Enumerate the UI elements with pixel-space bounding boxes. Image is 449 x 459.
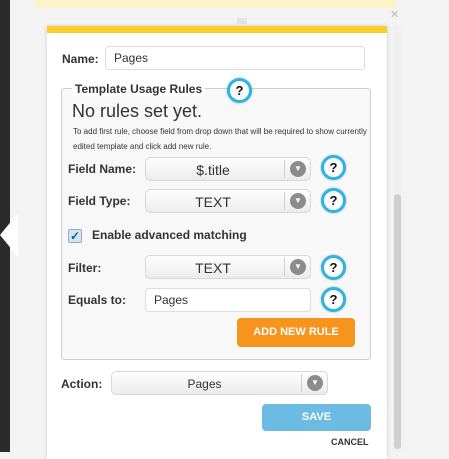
popover-pointer (0, 213, 18, 257)
equals-to-input[interactable] (145, 288, 311, 312)
no-rules-title: No rules set yet. (72, 101, 203, 121)
no-rules-hint: To add first rule, choose field from dro… (73, 127, 367, 151)
section-help-icon[interactable]: ? (227, 78, 252, 103)
advanced-matching-checkbox[interactable]: ✓ (68, 229, 82, 243)
field-name-label: Field Name: (68, 162, 137, 176)
filter-label: Filter: (68, 261, 102, 275)
select-divider (284, 258, 285, 276)
filter-help-icon[interactable]: ? (321, 255, 346, 280)
filter-select[interactable]: TEXT ▼ (145, 255, 311, 279)
select-divider (301, 374, 302, 392)
action-select[interactable]: Pages ▼ (111, 371, 328, 395)
field-name-select[interactable]: $.title ▼ (145, 157, 311, 181)
filter-value: TEXT (195, 260, 231, 276)
field-type-label: Field Type: (68, 194, 131, 208)
name-label: Name: (62, 52, 99, 66)
field-type-value: TEXT (195, 194, 231, 210)
chevron-down-icon[interactable]: ▼ (290, 161, 306, 177)
section-title: Template Usage Rules (72, 82, 206, 96)
add-new-rule-button[interactable]: ADD NEW RULE (237, 318, 355, 347)
action-value: Pages (187, 377, 222, 391)
name-input[interactable] (105, 46, 365, 70)
field-name-help-icon[interactable]: ? (321, 155, 346, 180)
equals-to-label: Equals to: (68, 293, 127, 307)
chevron-down-icon[interactable]: ▼ (307, 375, 323, 391)
select-divider (284, 160, 285, 178)
close-icon[interactable]: ✕ (390, 8, 399, 21)
field-type-select[interactable]: TEXT ▼ (145, 189, 311, 213)
background-tab (237, 18, 247, 24)
save-button[interactable]: SAVE (262, 404, 371, 431)
cancel-link[interactable]: CANCEL (331, 437, 369, 447)
chevron-down-icon[interactable]: ▼ (290, 259, 306, 275)
field-name-value: $.title (196, 162, 230, 178)
action-label: Action: (61, 377, 103, 391)
background-header-strip (35, 0, 395, 8)
chevron-down-icon[interactable]: ▼ (290, 193, 306, 209)
field-type-help-icon[interactable]: ? (321, 188, 346, 213)
advanced-matching-label: Enable advanced matching (92, 228, 247, 242)
select-divider (284, 192, 285, 210)
scrollbar-thumb[interactable] (394, 194, 401, 449)
scrollbar[interactable] (393, 26, 402, 452)
equals-to-help-icon[interactable]: ? (321, 287, 346, 312)
